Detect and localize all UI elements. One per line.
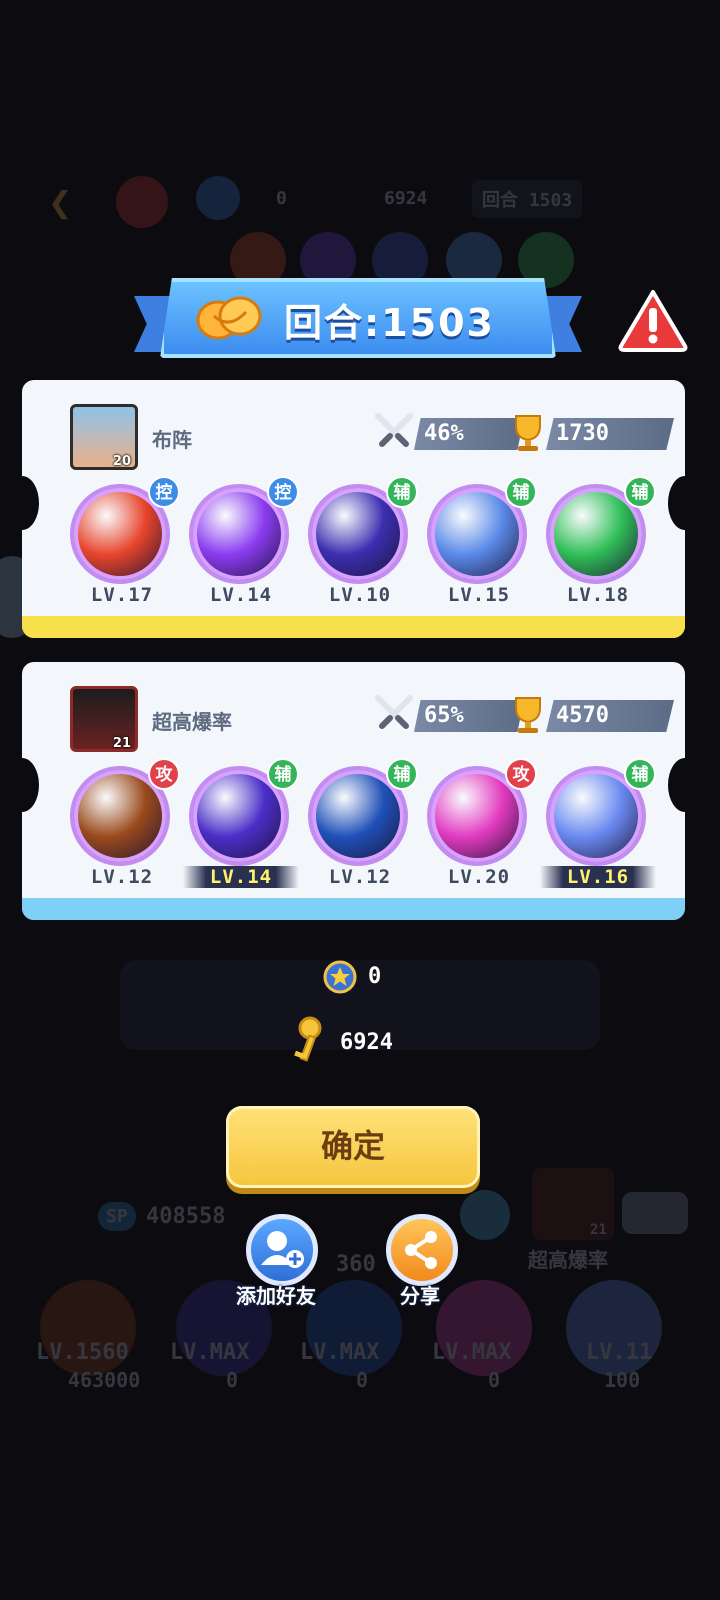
unit-role-badge: 辅: [624, 758, 656, 790]
unit-role-badge: 辅: [386, 476, 418, 508]
unit-level: LV.20: [447, 866, 511, 888]
unit-role-badge: 攻: [505, 758, 537, 790]
bg-friend-name: 超高爆率: [528, 1248, 608, 1272]
bg-keys-count: 6924: [384, 188, 428, 209]
bg-stars-count: 0: [276, 188, 287, 209]
unit-level: LV.17: [90, 584, 154, 606]
unit-role-badge: 控: [267, 476, 299, 508]
unit-level: LV.12: [328, 866, 392, 888]
bg-sp-value: 463000: [68, 1368, 141, 1392]
bg-sp-value: 0: [488, 1368, 501, 1392]
trophy-count: 4570: [546, 700, 674, 732]
confirm-button[interactable]: 确定: [226, 1106, 480, 1188]
panel-notch: [668, 476, 685, 530]
player-avatar[interactable]: 20: [70, 404, 138, 470]
team-panel-self: 20 布阵 46% 1730 控 LV.17 控 LV.14 辅 LV.10 辅 LV.15 辅…: [22, 380, 685, 638]
unit-role-badge: 辅: [624, 476, 656, 508]
opponent-avatar[interactable]: 21: [70, 686, 138, 752]
crossed-swords-icon: [375, 695, 413, 729]
share-label[interactable]: 分享: [400, 1280, 440, 1309]
panel-notch: [22, 476, 39, 530]
bg-sp-value: 100: [604, 1368, 641, 1392]
unit-role-badge: 辅: [267, 758, 299, 790]
share-icon: [405, 1231, 437, 1269]
bg-star-icon: [196, 176, 240, 220]
unit-level: LV.15: [447, 584, 511, 606]
bg-level: LV.11: [586, 1340, 653, 1365]
bg-chat-icon: [460, 1190, 510, 1240]
unit-level: LV.14: [209, 584, 273, 606]
share-button[interactable]: [386, 1214, 458, 1286]
avatar-level: 21: [112, 736, 131, 751]
bg-level: LV.1560: [36, 1340, 129, 1365]
star-coin-icon: [323, 960, 357, 994]
add-friend-icon: [261, 1231, 304, 1268]
stars-reward: 0: [368, 964, 382, 989]
bg-sp-value: 0: [226, 1368, 239, 1392]
round-banner: 回合:1503: [134, 272, 582, 364]
unit-level: LV.14: [183, 866, 299, 888]
unit-level: LV.18: [566, 584, 630, 606]
bg-sp-badge: SP: [98, 1202, 136, 1231]
bg-more-icon: [622, 1192, 688, 1234]
avatar-level: 20: [112, 454, 131, 469]
panel-accent-bar: [22, 616, 685, 638]
bg-round-label: 回合 1503: [472, 180, 583, 218]
bg-friend-level: 21: [590, 1222, 607, 1238]
back-arrow-icon: ❮: [48, 180, 73, 226]
trophy-count: 1730: [546, 418, 674, 450]
unit-level: LV.16: [540, 866, 656, 888]
unit-role-badge: 辅: [505, 476, 537, 508]
crossed-swords-icon: [375, 413, 413, 447]
team-name: 超高爆率: [152, 710, 232, 734]
team-panel-opponent: 21 超高爆率 65% 4570 攻 LV.12 辅 LV.14 辅 LV.12 攻 LV.2…: [22, 662, 685, 920]
unit-level: LV.10: [328, 584, 392, 606]
add-friend-button[interactable]: [246, 1214, 318, 1286]
bg-mid-number: 360: [336, 1252, 376, 1277]
bg-level: LV.MAX: [170, 1340, 250, 1365]
round-title: 回合:1503: [284, 301, 495, 345]
team-name: 布阵: [152, 428, 192, 452]
bg-level: LV.MAX: [300, 1340, 380, 1365]
unit-role-badge: 辅: [386, 758, 418, 790]
unit-role-badge: 控: [148, 476, 180, 508]
trophy-icon: [515, 697, 541, 733]
panel-accent-bar: [22, 898, 685, 920]
panel-notch: [22, 758, 39, 812]
keys-reward: 6924: [340, 1030, 393, 1055]
panel-notch: [668, 758, 685, 812]
bg-avatar-icon: [116, 176, 168, 228]
report-warning-icon[interactable]: [617, 288, 689, 354]
unit-role-badge: 攻: [148, 758, 180, 790]
add-friend-label[interactable]: 添加好友: [236, 1280, 316, 1309]
bg-level: LV.MAX: [432, 1340, 512, 1365]
bg-sp-value: 0: [356, 1368, 369, 1392]
unit-level: LV.12: [90, 866, 154, 888]
bg-sp-total: 408558: [146, 1204, 226, 1229]
trophy-icon: [515, 415, 541, 451]
handshake-icon: [196, 296, 262, 340]
key-icon: [294, 1016, 322, 1062]
